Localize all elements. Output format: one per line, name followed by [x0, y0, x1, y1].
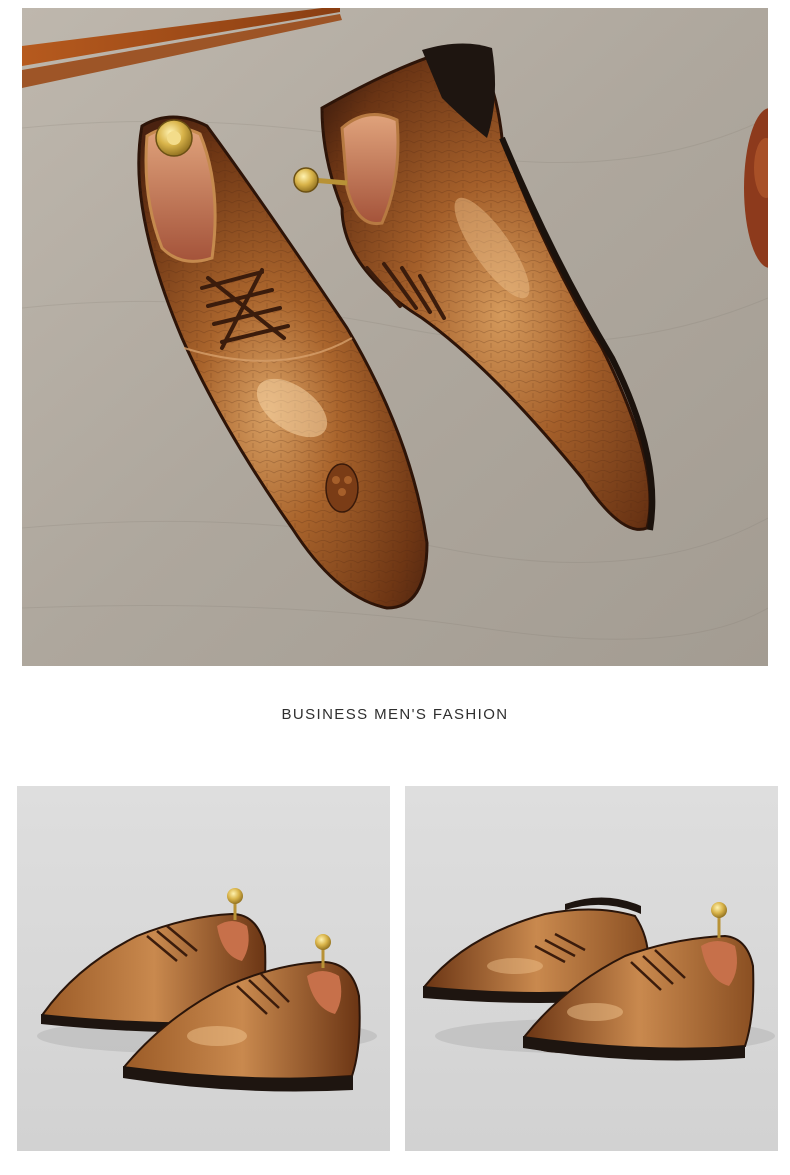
shoes-pair-side-view-illustration — [17, 786, 390, 1151]
shoes-top-view-illustration — [22, 8, 768, 666]
product-photo-side-view — [17, 786, 390, 1151]
hero-photo — [22, 8, 768, 666]
product-photo-angled-view — [405, 786, 778, 1151]
caption-title: BUSINESS MEN'S FASHION — [281, 706, 509, 723]
shoes-pair-angled-view-illustration — [405, 786, 778, 1151]
